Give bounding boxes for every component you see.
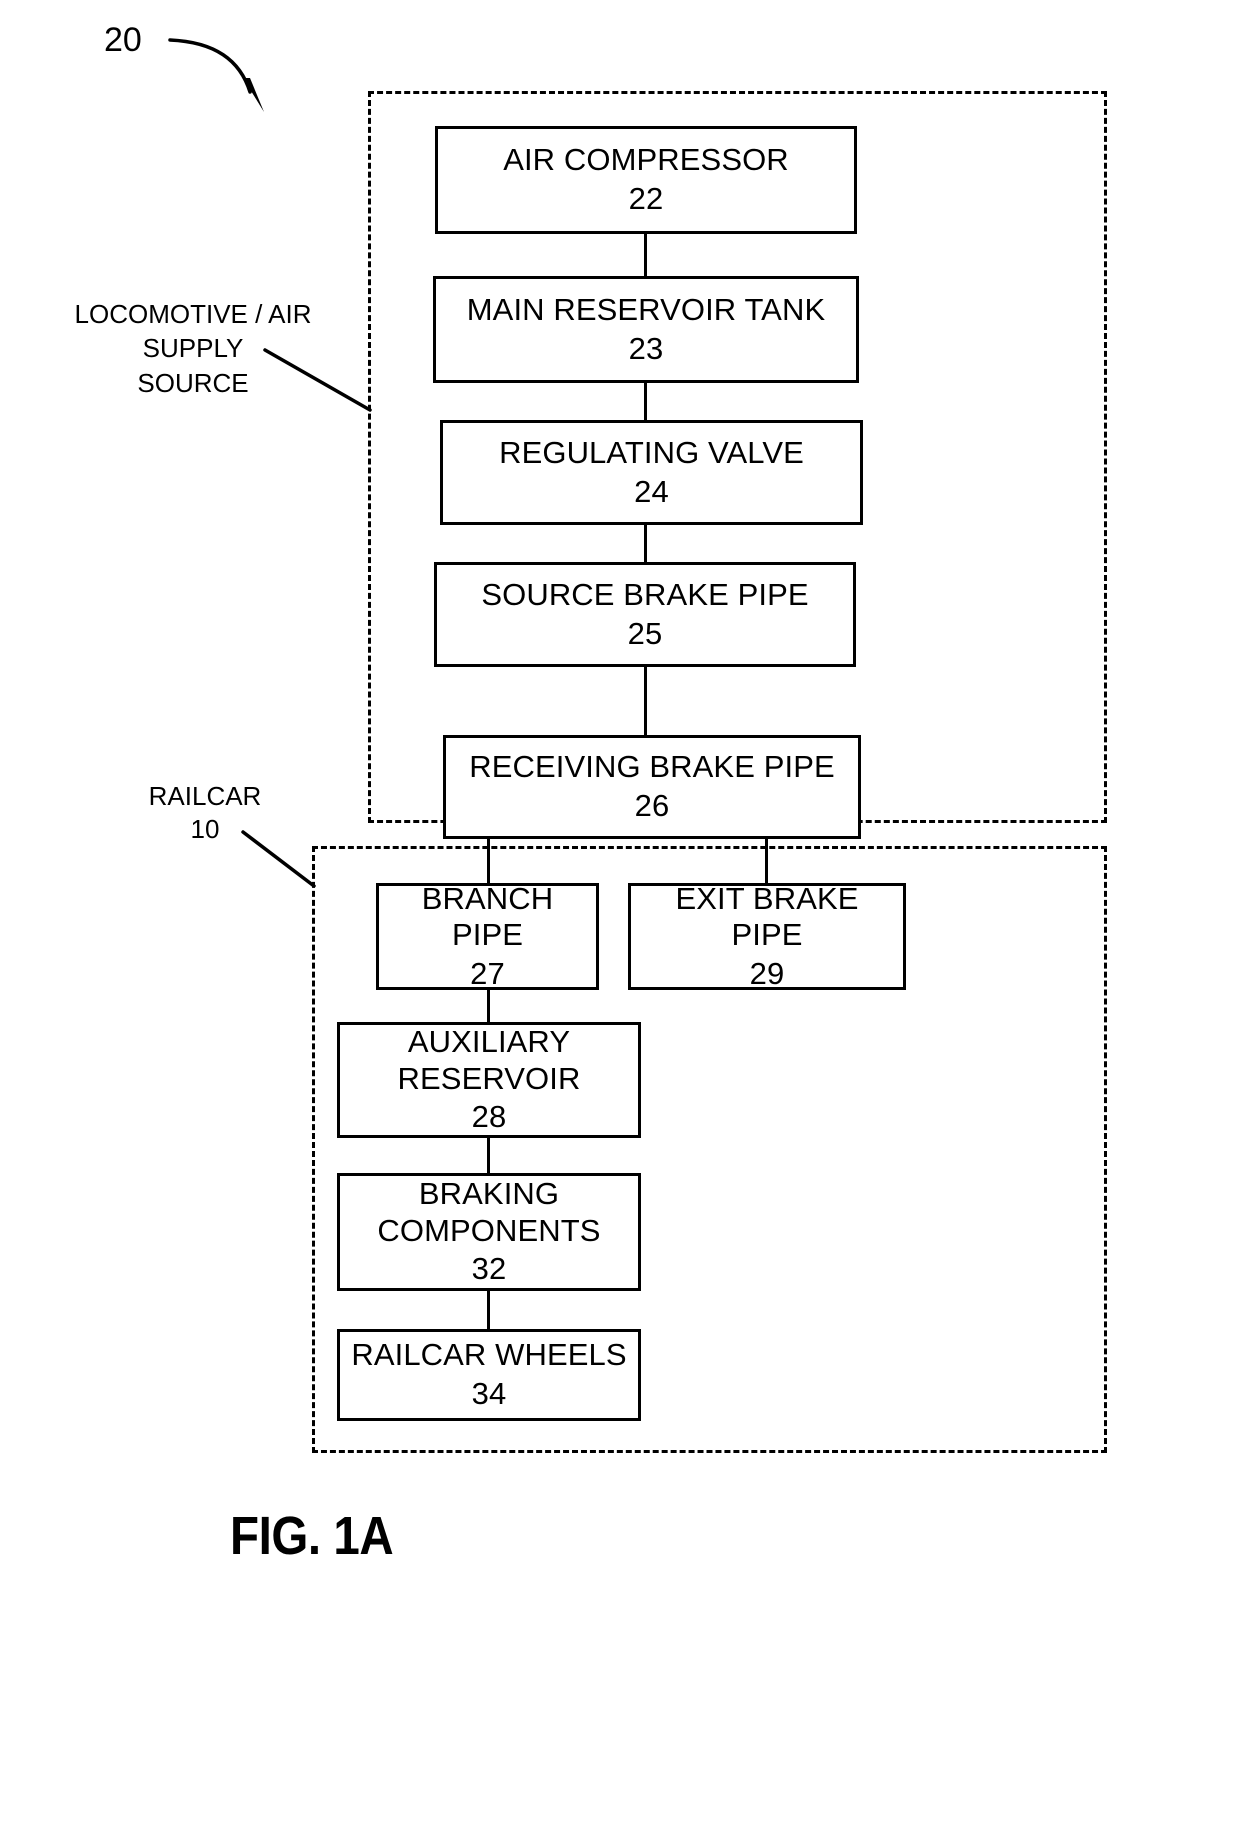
connector-24-25 <box>644 522 647 564</box>
node-branch-pipe-label: BRANCH PIPE <box>421 880 554 953</box>
label-railcar-ref: 10 <box>190 814 220 844</box>
node-railcar-wheels-label: RAILCAR WHEELS <box>351 1337 627 1373</box>
node-branch-pipe[interactable]: BRANCH PIPE 27 <box>376 880 599 991</box>
node-exit-brake-pipe-label: EXIT BRAKE PIPE <box>675 880 859 953</box>
node-source-brake-pipe-ref: 25 <box>627 615 663 651</box>
node-branch-pipe-ref: 27 <box>470 955 505 991</box>
node-railcar-wheels-ref: 34 <box>471 1376 507 1411</box>
connector-26-29 <box>765 837 768 885</box>
system-reference-numeral: 20 <box>104 21 142 59</box>
connector-25-26 <box>644 665 647 737</box>
node-braking-components[interactable]: BRAKING COMPONENTS 32 <box>337 1173 641 1291</box>
connector-23-24 <box>644 380 647 422</box>
connector-32-34 <box>487 1289 490 1331</box>
node-source-brake-pipe[interactable]: SOURCE BRAKE PIPE 25 <box>434 562 856 667</box>
node-regulating-valve-label: REGULATING VALVE <box>499 434 804 470</box>
node-exit-brake-pipe[interactable]: EXIT BRAKE PIPE 29 <box>628 880 906 991</box>
node-auxiliary-reservoir-label: AUXILIARY RESERVOIR <box>397 1024 581 1096</box>
system-ref-arrowhead <box>243 78 264 112</box>
connector-28-32 <box>487 1136 490 1175</box>
node-air-compressor-label: AIR COMPRESSOR <box>503 142 789 178</box>
connector-27-28 <box>487 988 490 1024</box>
label-locomotive-air-supply-source: LOCOMOTIVE / AIR SUPPLY SOURCE <box>74 299 312 398</box>
node-braking-components-ref: 32 <box>471 1251 507 1287</box>
node-receiving-brake-pipe-ref: 26 <box>634 788 670 823</box>
connector-22-23 <box>644 231 647 278</box>
label-railcar: RAILCAR <box>148 781 262 811</box>
node-regulating-valve[interactable]: REGULATING VALVE 24 <box>440 420 863 525</box>
node-main-reservoir-tank-ref: 23 <box>628 330 664 366</box>
node-regulating-valve-ref: 24 <box>634 473 669 509</box>
node-auxiliary-reservoir[interactable]: AUXILIARY RESERVOIR 28 <box>337 1022 641 1138</box>
node-source-brake-pipe-label: SOURCE BRAKE PIPE <box>481 576 809 612</box>
node-main-reservoir-tank-label: MAIN RESERVOIR TANK <box>466 291 826 327</box>
node-main-reservoir-tank[interactable]: MAIN RESERVOIR TANK 23 <box>433 276 859 383</box>
node-receiving-brake-pipe-label: RECEIVING BRAKE PIPE <box>469 749 835 785</box>
node-railcar-wheels[interactable]: RAILCAR WHEELS 34 <box>337 1329 641 1421</box>
node-exit-brake-pipe-ref: 29 <box>749 955 785 991</box>
node-receiving-brake-pipe[interactable]: RECEIVING BRAKE PIPE 26 <box>443 735 861 839</box>
node-air-compressor-ref: 22 <box>628 181 664 216</box>
node-auxiliary-reservoir-ref: 28 <box>471 1099 507 1135</box>
node-air-compressor[interactable]: AIR COMPRESSOR 22 <box>435 126 857 234</box>
figure-caption: FIG. 1A <box>230 1506 394 1566</box>
node-braking-components-label: BRAKING COMPONENTS <box>377 1176 601 1248</box>
patent-figure-1a: AIR COMPRESSOR 22 MAIN RESERVOIR TANK 23… <box>0 0 1240 1848</box>
connector-26-27 <box>487 837 490 885</box>
